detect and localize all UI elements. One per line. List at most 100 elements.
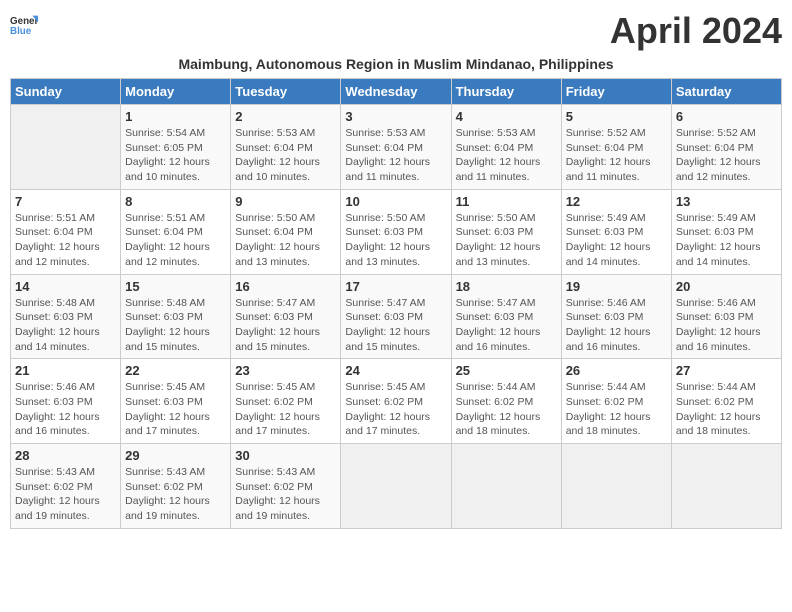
calendar-cell: 25 Sunrise: 5:44 AMSunset: 6:02 PMDayligh…: [451, 359, 561, 444]
calendar-cell: 13 Sunrise: 5:49 AMSunset: 6:03 PMDayligh…: [671, 189, 781, 274]
day-number: 9: [235, 194, 336, 209]
calendar-week-row: 14 Sunrise: 5:48 AMSunset: 6:03 PMDayligh…: [11, 274, 782, 359]
calendar-cell: 22 Sunrise: 5:45 AMSunset: 6:03 PMDayligh…: [121, 359, 231, 444]
day-number: 24: [345, 363, 446, 378]
day-detail: Sunrise: 5:45 AMSunset: 6:03 PMDaylight:…: [125, 380, 226, 439]
page-header: General Blue April 2024: [10, 10, 782, 52]
day-number: 15: [125, 279, 226, 294]
calendar-cell: 24Sunrise: 5:45 AMSunset: 6:02 PMDayligh…: [341, 359, 451, 444]
calendar-cell: 30 Sunrise: 5:43 AMSunset: 6:02 PMDayligh…: [231, 444, 341, 529]
calendar-cell: 23 Sunrise: 5:45 AMSunset: 6:02 PMDayligh…: [231, 359, 341, 444]
day-number: 25: [456, 363, 557, 378]
day-detail: Sunrise: 5:46 AMSunset: 6:03 PMDaylight:…: [566, 296, 667, 355]
calendar-cell: 12 Sunrise: 5:49 AMSunset: 6:03 PMDayligh…: [561, 189, 671, 274]
calendar-cell: 27 Sunrise: 5:44 AMSunset: 6:02 PMDayligh…: [671, 359, 781, 444]
day-number: 5: [566, 109, 667, 124]
day-header-friday: Friday: [561, 79, 671, 105]
day-number: 6: [676, 109, 777, 124]
day-detail: Sunrise: 5:49 AMSunset: 6:03 PMDaylight:…: [566, 211, 667, 270]
day-number: 12: [566, 194, 667, 209]
svg-text:Blue: Blue: [10, 26, 32, 37]
calendar-cell: 15 Sunrise: 5:48 AMSunset: 6:03 PMDayligh…: [121, 274, 231, 359]
day-number: 8: [125, 194, 226, 209]
day-detail: Sunrise: 5:44 AMSunset: 6:02 PMDaylight:…: [676, 380, 777, 439]
calendar-cell: [561, 444, 671, 529]
day-detail: Sunrise: 5:53 AMSunset: 6:04 PMDaylight:…: [456, 126, 557, 185]
day-number: 2: [235, 109, 336, 124]
day-detail: Sunrise: 5:48 AMSunset: 6:03 PMDaylight:…: [15, 296, 116, 355]
day-detail: Sunrise: 5:46 AMSunset: 6:03 PMDaylight:…: [676, 296, 777, 355]
calendar-cell: 2Sunrise: 5:53 AMSunset: 6:04 PMDaylight…: [231, 105, 341, 190]
day-number: 20: [676, 279, 777, 294]
calendar-cell: [671, 444, 781, 529]
day-detail: Sunrise: 5:47 AMSunset: 6:03 PMDaylight:…: [345, 296, 446, 355]
month-title: April 2024: [610, 10, 782, 52]
calendar-cell: 16Sunrise: 5:47 AMSunset: 6:03 PMDayligh…: [231, 274, 341, 359]
day-detail: Sunrise: 5:50 AMSunset: 6:03 PMDaylight:…: [345, 211, 446, 270]
day-number: 14: [15, 279, 116, 294]
day-detail: Sunrise: 5:51 AMSunset: 6:04 PMDaylight:…: [125, 211, 226, 270]
day-number: 4: [456, 109, 557, 124]
day-detail: Sunrise: 5:50 AMSunset: 6:04 PMDaylight:…: [235, 211, 336, 270]
day-number: 13: [676, 194, 777, 209]
day-detail: Sunrise: 5:47 AMSunset: 6:03 PMDaylight:…: [456, 296, 557, 355]
calendar-cell: 26 Sunrise: 5:44 AMSunset: 6:02 PMDayligh…: [561, 359, 671, 444]
day-detail: Sunrise: 5:52 AMSunset: 6:04 PMDaylight:…: [566, 126, 667, 185]
day-number: 1: [125, 109, 226, 124]
calendar-cell: 14 Sunrise: 5:48 AMSunset: 6:03 PMDayligh…: [11, 274, 121, 359]
day-detail: Sunrise: 5:43 AMSunset: 6:02 PMDaylight:…: [15, 465, 116, 524]
day-header-monday: Monday: [121, 79, 231, 105]
day-detail: Sunrise: 5:48 AMSunset: 6:03 PMDaylight:…: [125, 296, 226, 355]
calendar-cell: 10 Sunrise: 5:50 AMSunset: 6:03 PMDayligh…: [341, 189, 451, 274]
day-detail: Sunrise: 5:45 AMSunset: 6:02 PMDaylight:…: [235, 380, 336, 439]
logo: General Blue: [10, 10, 38, 38]
calendar-week-row: 1 Sunrise: 5:54 AMSunset: 6:05 PMDaylight…: [11, 105, 782, 190]
day-number: 29: [125, 448, 226, 463]
calendar-cell: [11, 105, 121, 190]
day-header-tuesday: Tuesday: [231, 79, 341, 105]
calendar-cell: [451, 444, 561, 529]
day-number: 27: [676, 363, 777, 378]
calendar-body: 1 Sunrise: 5:54 AMSunset: 6:05 PMDaylight…: [11, 105, 782, 529]
calendar-cell: 20 Sunrise: 5:46 AMSunset: 6:03 PMDayligh…: [671, 274, 781, 359]
calendar-header-row: SundayMondayTuesdayWednesdayThursdayFrid…: [11, 79, 782, 105]
calendar-cell: 21 Sunrise: 5:46 AMSunset: 6:03 PMDayligh…: [11, 359, 121, 444]
calendar-cell: 7 Sunrise: 5:51 AMSunset: 6:04 PMDaylight…: [11, 189, 121, 274]
day-number: 30: [235, 448, 336, 463]
logo-icon: General Blue: [10, 10, 38, 38]
day-detail: Sunrise: 5:52 AMSunset: 6:04 PMDaylight:…: [676, 126, 777, 185]
day-header-wednesday: Wednesday: [341, 79, 451, 105]
calendar-cell: 1 Sunrise: 5:54 AMSunset: 6:05 PMDaylight…: [121, 105, 231, 190]
day-header-saturday: Saturday: [671, 79, 781, 105]
day-number: 17: [345, 279, 446, 294]
day-detail: Sunrise: 5:54 AMSunset: 6:05 PMDaylight:…: [125, 126, 226, 185]
day-number: 3: [345, 109, 446, 124]
calendar-cell: 5 Sunrise: 5:52 AMSunset: 6:04 PMDaylight…: [561, 105, 671, 190]
day-number: 23: [235, 363, 336, 378]
day-detail: Sunrise: 5:51 AMSunset: 6:04 PMDaylight:…: [15, 211, 116, 270]
calendar-table: SundayMondayTuesdayWednesdayThursdayFrid…: [10, 78, 782, 529]
day-number: 7: [15, 194, 116, 209]
day-detail: Sunrise: 5:49 AMSunset: 6:03 PMDaylight:…: [676, 211, 777, 270]
day-detail: Sunrise: 5:44 AMSunset: 6:02 PMDaylight:…: [566, 380, 667, 439]
day-detail: Sunrise: 5:43 AMSunset: 6:02 PMDaylight:…: [125, 465, 226, 524]
day-detail: Sunrise: 5:46 AMSunset: 6:03 PMDaylight:…: [15, 380, 116, 439]
calendar-cell: 19Sunrise: 5:46 AMSunset: 6:03 PMDayligh…: [561, 274, 671, 359]
day-detail: Sunrise: 5:47 AMSunset: 6:03 PMDaylight:…: [235, 296, 336, 355]
day-detail: Sunrise: 5:44 AMSunset: 6:02 PMDaylight:…: [456, 380, 557, 439]
day-number: 22: [125, 363, 226, 378]
day-header-thursday: Thursday: [451, 79, 561, 105]
day-number: 28: [15, 448, 116, 463]
calendar-cell: 4 Sunrise: 5:53 AMSunset: 6:04 PMDaylight…: [451, 105, 561, 190]
calendar-cell: 29 Sunrise: 5:43 AMSunset: 6:02 PMDayligh…: [121, 444, 231, 529]
day-header-sunday: Sunday: [11, 79, 121, 105]
day-detail: Sunrise: 5:43 AMSunset: 6:02 PMDaylight:…: [235, 465, 336, 524]
day-number: 11: [456, 194, 557, 209]
day-detail: Sunrise: 5:53 AMSunset: 6:04 PMDaylight:…: [345, 126, 446, 185]
day-number: 10: [345, 194, 446, 209]
day-number: 26: [566, 363, 667, 378]
calendar-cell: 6 Sunrise: 5:52 AMSunset: 6:04 PMDaylight…: [671, 105, 781, 190]
calendar-cell: 9 Sunrise: 5:50 AMSunset: 6:04 PMDaylight…: [231, 189, 341, 274]
calendar-cell: 18Sunrise: 5:47 AMSunset: 6:03 PMDayligh…: [451, 274, 561, 359]
day-number: 21: [15, 363, 116, 378]
